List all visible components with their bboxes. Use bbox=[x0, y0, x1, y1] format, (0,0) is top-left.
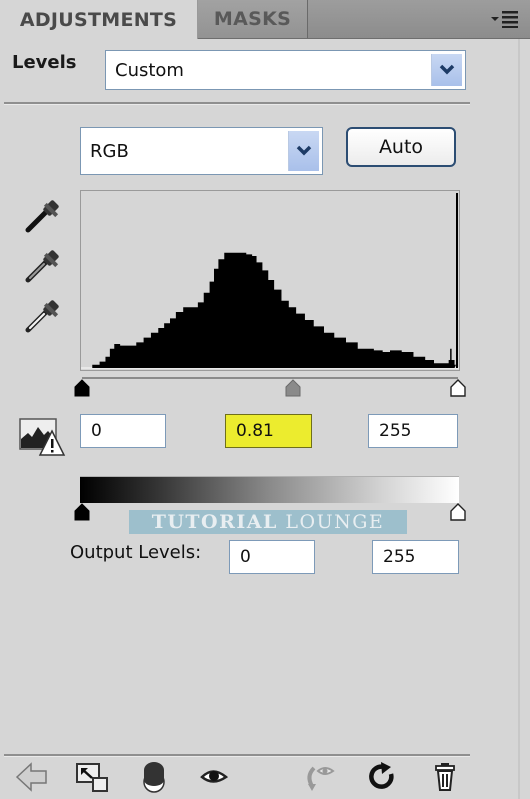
delete-trash-icon[interactable] bbox=[428, 760, 464, 794]
visibility-eye-icon[interactable] bbox=[198, 760, 234, 794]
output-white-slider[interactable] bbox=[449, 503, 467, 523]
preset-value: Custom bbox=[115, 59, 184, 81]
adjustment-type-label: Levels bbox=[12, 52, 77, 73]
output-white-field[interactable]: 255 bbox=[372, 540, 459, 574]
reset-icon[interactable] bbox=[364, 760, 400, 794]
tab-masks[interactable]: MASKS bbox=[198, 0, 308, 38]
histogram bbox=[81, 193, 459, 369]
midtone-slider[interactable] bbox=[284, 379, 302, 399]
white-point-eyedropper-icon[interactable] bbox=[22, 296, 64, 336]
auto-button[interactable]: Auto bbox=[346, 127, 456, 167]
tab-adjustments[interactable]: ADJUSTMENTS bbox=[0, 0, 198, 39]
panel-menu-icon[interactable] bbox=[486, 8, 524, 30]
panel-edge bbox=[518, 39, 520, 799]
expanded-view-icon[interactable] bbox=[74, 760, 110, 794]
input-black-field[interactable]: 0 bbox=[80, 414, 166, 448]
watermark-bold: TUTORIAL bbox=[151, 511, 278, 533]
divider bbox=[4, 102, 470, 105]
chevron-down-icon[interactable] bbox=[431, 54, 462, 86]
white-point-slider[interactable] bbox=[449, 379, 467, 399]
histogram-area bbox=[82, 252, 456, 368]
clip-to-layer-icon[interactable] bbox=[140, 760, 176, 794]
input-white-field[interactable]: 255 bbox=[368, 414, 458, 448]
watermark-light: LOUNGE bbox=[277, 511, 385, 533]
input-slider-track bbox=[82, 377, 458, 379]
channel-dropdown[interactable]: RGB bbox=[80, 127, 323, 175]
divider bbox=[4, 754, 470, 757]
channel-value: RGB bbox=[90, 140, 129, 162]
output-gradient bbox=[80, 476, 459, 503]
output-black-field[interactable]: 0 bbox=[229, 540, 315, 574]
output-levels-label: Output Levels: bbox=[70, 542, 202, 563]
clipping-warning-icon[interactable] bbox=[18, 415, 66, 459]
view-previous-state-icon[interactable] bbox=[302, 760, 338, 794]
histogram-clip-spike bbox=[456, 193, 458, 368]
black-point-eyedropper-icon[interactable] bbox=[22, 196, 64, 236]
chevron-down-icon[interactable] bbox=[288, 131, 319, 171]
black-point-slider[interactable] bbox=[73, 379, 91, 399]
return-to-list-icon[interactable] bbox=[14, 760, 50, 794]
watermark: TUTORIAL LOUNGE bbox=[129, 510, 407, 534]
output-black-slider[interactable] bbox=[73, 503, 91, 523]
preset-dropdown[interactable]: Custom bbox=[105, 50, 466, 90]
input-gamma-field[interactable]: 0.81 bbox=[225, 414, 312, 448]
gray-point-eyedropper-icon[interactable] bbox=[22, 246, 64, 286]
